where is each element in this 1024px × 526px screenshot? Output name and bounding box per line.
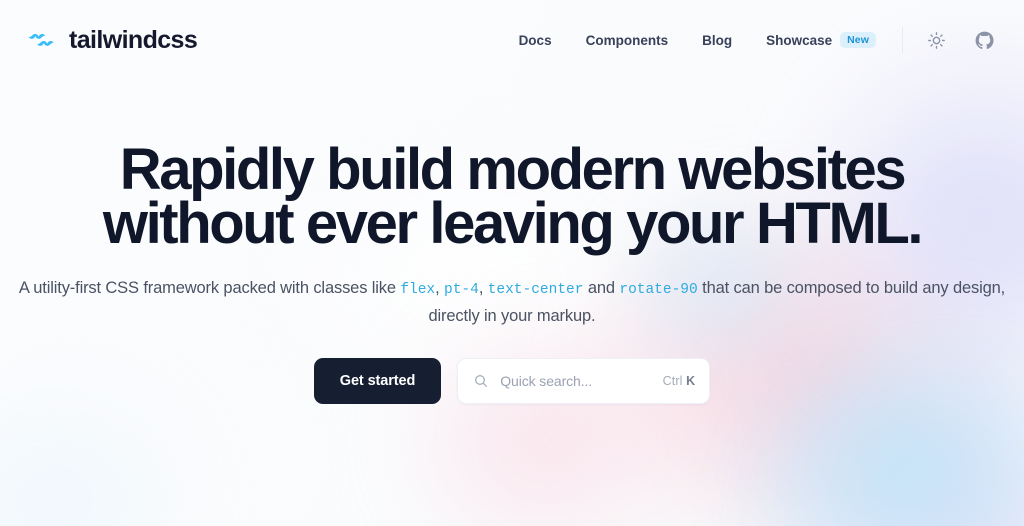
nav-divider (902, 27, 903, 53)
code-token-text-center: text-center (487, 282, 584, 298)
nav-link-components[interactable]: Components (586, 33, 669, 48)
nav-icon-group (925, 29, 995, 51)
nav-link-showcase-group: Showcase New (766, 32, 876, 48)
search-shortcut-hint: Ctrl K (663, 374, 696, 388)
hero-actions: Get started Ctrl K (0, 358, 1024, 404)
code-token-flex: flex (400, 282, 436, 298)
status-badge-new: New (840, 32, 876, 48)
shortcut-modifier: Ctrl (662, 374, 687, 388)
github-icon[interactable] (973, 29, 995, 51)
subtitle-text-2: and (583, 279, 620, 297)
code-token-pt-4: pt-4 (444, 282, 479, 298)
nav-link-showcase[interactable]: Showcase (766, 33, 832, 48)
hero-subtitle: A utility-first CSS framework packed wit… (0, 276, 1024, 329)
get-started-button[interactable]: Get started (313, 358, 442, 404)
search-input[interactable] (500, 373, 652, 389)
code-token-rotate-90: rotate-90 (619, 282, 698, 298)
brand-name: tailwindcss (69, 25, 198, 54)
shortcut-key: K (686, 374, 696, 388)
subtitle-sep-2: , (478, 279, 488, 297)
search-icon (473, 373, 489, 389)
nav-link-blog[interactable]: Blog (702, 33, 732, 48)
nav-links: Docs Components Blog Showcase New (519, 32, 876, 48)
quick-search-box[interactable]: Ctrl K (457, 358, 711, 404)
nav-link-docs[interactable]: Docs (519, 33, 552, 48)
subtitle-sep-1: , (435, 279, 445, 297)
headline-line-2: without ever leaving your HTML. (102, 191, 924, 256)
subtitle-text-1: A utility-first CSS framework packed wit… (18, 279, 401, 297)
tailwind-wave-logo-icon (28, 34, 55, 46)
hero-section: Rapidly build modern websites without ev… (0, 80, 1024, 404)
sun-icon[interactable] (925, 29, 947, 51)
site-header: tailwindcss Docs Components Blog Showcas… (0, 0, 1024, 80)
primary-navigation: Docs Components Blog Showcase New (519, 27, 995, 53)
tailwindcss-homepage: tailwindcss Docs Components Blog Showcas… (0, 0, 1024, 526)
page-title: Rapidly build modern websites without ev… (0, 141, 1024, 256)
brand-logo-link[interactable]: tailwindcss (27, 25, 198, 55)
